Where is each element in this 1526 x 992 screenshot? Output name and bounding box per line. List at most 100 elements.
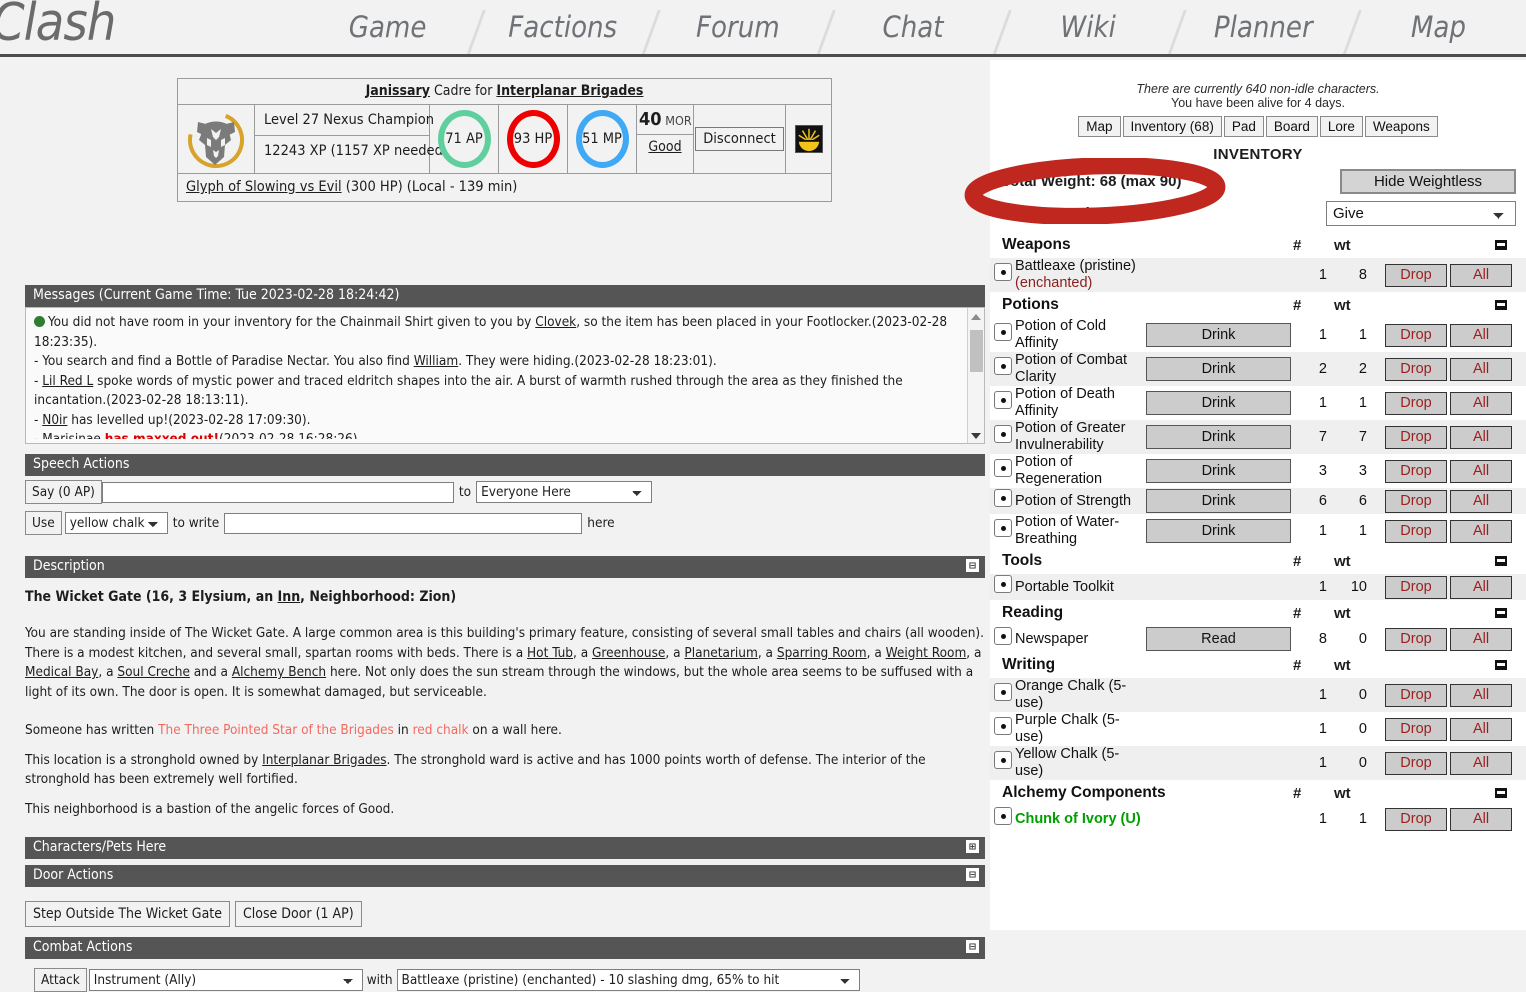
item-drop-button[interactable]: Drop — [1385, 459, 1447, 483]
inline-link[interactable]: N0ir — [42, 412, 67, 428]
item-select-radio[interactable] — [994, 322, 1012, 341]
item-select-radio[interactable] — [994, 574, 1012, 593]
item-select-radio[interactable] — [994, 626, 1012, 645]
item-drop-button[interactable]: Drop — [1385, 357, 1447, 381]
item-drop-button[interactable]: Drop — [1385, 391, 1447, 415]
attack-weapon-select[interactable]: Battleaxe (pristine) (enchanted) - 10 sl… — [396, 969, 860, 991]
sidebar-tab-weapons[interactable]: Weapons — [1364, 116, 1438, 137]
item-drop-all-button[interactable]: All — [1450, 323, 1512, 347]
item-drop-button[interactable]: Drop — [1385, 519, 1447, 543]
scroll-up-icon[interactable] — [971, 314, 981, 320]
inline-link[interactable]: Inn — [278, 589, 301, 605]
scroll-down-icon[interactable] — [971, 433, 981, 439]
item-drink-button[interactable]: Drink — [1146, 519, 1291, 543]
characters-pets-section-bar[interactable]: Characters/Pets Here ⊞ — [25, 837, 985, 859]
item-select-radio[interactable] — [994, 458, 1012, 477]
collapse-minus-icon[interactable]: ⊟ — [966, 868, 979, 881]
inline-link[interactable]: Greenhouse — [592, 645, 665, 661]
sidebar-tab-pad[interactable]: Pad — [1223, 116, 1264, 137]
inline-link[interactable]: Lil Red L — [42, 373, 93, 389]
door-actions-section-bar[interactable]: Door Actions ⊟ — [25, 865, 985, 887]
collapse-minus-icon[interactable]: ⊟ — [966, 940, 979, 953]
close-door-button[interactable]: Close Door (1 AP) — [234, 901, 362, 927]
item-select-radio[interactable] — [994, 424, 1012, 443]
inline-link[interactable]: Sparring Room — [777, 645, 867, 661]
item-select-radio[interactable] — [994, 488, 1012, 507]
item-select-radio[interactable] — [994, 806, 1012, 825]
chalk-select[interactable]: yellow chalk — [64, 512, 168, 534]
inline-link[interactable]: Hot Tub — [527, 645, 573, 661]
inline-link[interactable]: William — [414, 353, 459, 369]
item-drink-button[interactable]: Drink — [1146, 391, 1291, 415]
character-faction-link[interactable]: Interplanar Brigades — [496, 83, 643, 99]
say-input[interactable] — [101, 481, 454, 503]
item-drop-all-button[interactable]: All — [1450, 751, 1512, 775]
nav-item-forum[interactable]: Forum — [638, 10, 825, 54]
item-drop-all-button[interactable]: All — [1450, 391, 1512, 415]
character-name-link[interactable]: Janissary — [366, 83, 430, 99]
sidebar-tab-map[interactable]: Map — [1078, 116, 1121, 137]
use-button[interactable]: Use — [25, 511, 62, 535]
item-drink-button[interactable]: Drink — [1146, 323, 1291, 347]
inline-link[interactable]: Medical Bay — [25, 664, 98, 680]
nav-item-wiki[interactable]: Wiki — [988, 10, 1176, 54]
item-drop-all-button[interactable]: All — [1450, 263, 1512, 287]
item-drink-button[interactable]: Drink — [1146, 489, 1291, 513]
expand-plus-icon[interactable]: ⊞ — [966, 840, 979, 853]
scrollbar-thumb[interactable] — [970, 330, 983, 372]
collapse-minus-icon[interactable] — [1495, 660, 1507, 670]
attack-target-select[interactable]: Instrument (Ally) — [88, 969, 363, 991]
item-drop-all-button[interactable]: All — [1450, 627, 1512, 651]
say-target-select[interactable]: Everyone Here — [476, 481, 653, 503]
item-drop-button[interactable]: Drop — [1385, 489, 1447, 513]
site-logo[interactable]: Clash — [0, 0, 116, 53]
sidebar-tab-board[interactable]: Board — [1265, 116, 1318, 137]
inline-link[interactable]: Weight Room — [886, 645, 967, 661]
item-drop-button[interactable]: Drop — [1385, 717, 1447, 741]
sidebar-tab-inventory[interactable]: Inventory (68) — [1122, 116, 1222, 137]
item-drink-button[interactable]: Drink — [1146, 357, 1291, 381]
item-read-button[interactable]: Read — [1146, 627, 1291, 651]
item-select-radio[interactable] — [994, 682, 1012, 701]
item-select-radio[interactable] — [994, 262, 1012, 281]
collapse-minus-icon[interactable] — [1495, 300, 1507, 310]
item-drop-button[interactable]: Drop — [1385, 627, 1447, 651]
item-drop-button[interactable]: Drop — [1385, 323, 1447, 347]
item-select-radio[interactable] — [994, 518, 1012, 537]
inline-link[interactable]: Marisinae — [42, 431, 101, 439]
item-drop-all-button[interactable]: All — [1450, 683, 1512, 707]
combat-actions-section-bar[interactable]: Combat Actions ⊟ — [25, 937, 985, 959]
status-effect-link[interactable]: Glyph of Slowing vs Evil — [186, 179, 342, 195]
item-drop-button[interactable]: Drop — [1385, 751, 1447, 775]
item-drop-all-button[interactable]: All — [1450, 489, 1512, 513]
attack-button[interactable]: Attack — [34, 968, 87, 992]
collapse-minus-icon[interactable] — [1495, 608, 1507, 618]
messages-scrollbar[interactable] — [967, 308, 984, 443]
nav-item-map[interactable]: Map — [1339, 10, 1526, 54]
context-action-select[interactable]: Give — [1326, 201, 1516, 226]
item-drop-button[interactable]: Drop — [1385, 263, 1447, 287]
item-drop-all-button[interactable]: All — [1450, 357, 1512, 381]
inline-link[interactable]: Clovek — [535, 314, 576, 330]
inline-link[interactable]: Soul Creche — [117, 664, 190, 680]
item-drop-button[interactable]: Drop — [1385, 807, 1447, 831]
faction-inline-link[interactable]: Interplanar Brigades — [262, 752, 386, 768]
hide-weightless-button[interactable]: Hide Weightless — [1340, 169, 1516, 194]
item-drop-button[interactable]: Drop — [1385, 425, 1447, 449]
inline-link[interactable]: Planetarium — [684, 645, 757, 661]
write-input[interactable] — [224, 512, 583, 534]
collapse-minus-icon[interactable] — [1495, 788, 1507, 798]
item-drop-button[interactable]: Drop — [1385, 683, 1447, 707]
collapse-minus-icon[interactable]: ⊟ — [966, 559, 979, 572]
item-select-radio[interactable] — [994, 716, 1012, 735]
item-select-radio[interactable] — [994, 750, 1012, 769]
item-select-radio[interactable] — [994, 390, 1012, 409]
item-drink-button[interactable]: Drink — [1146, 425, 1291, 449]
say-button[interactable]: Say (0 AP) — [25, 480, 102, 504]
item-drink-button[interactable]: Drink — [1146, 459, 1291, 483]
disconnect-button[interactable]: Disconnect — [695, 127, 784, 151]
collapse-minus-icon[interactable] — [1495, 556, 1507, 566]
item-drop-button[interactable]: Drop — [1385, 575, 1447, 599]
alignment-link[interactable]: Good — [648, 139, 681, 155]
sidebar-tab-lore[interactable]: Lore — [1319, 116, 1363, 137]
